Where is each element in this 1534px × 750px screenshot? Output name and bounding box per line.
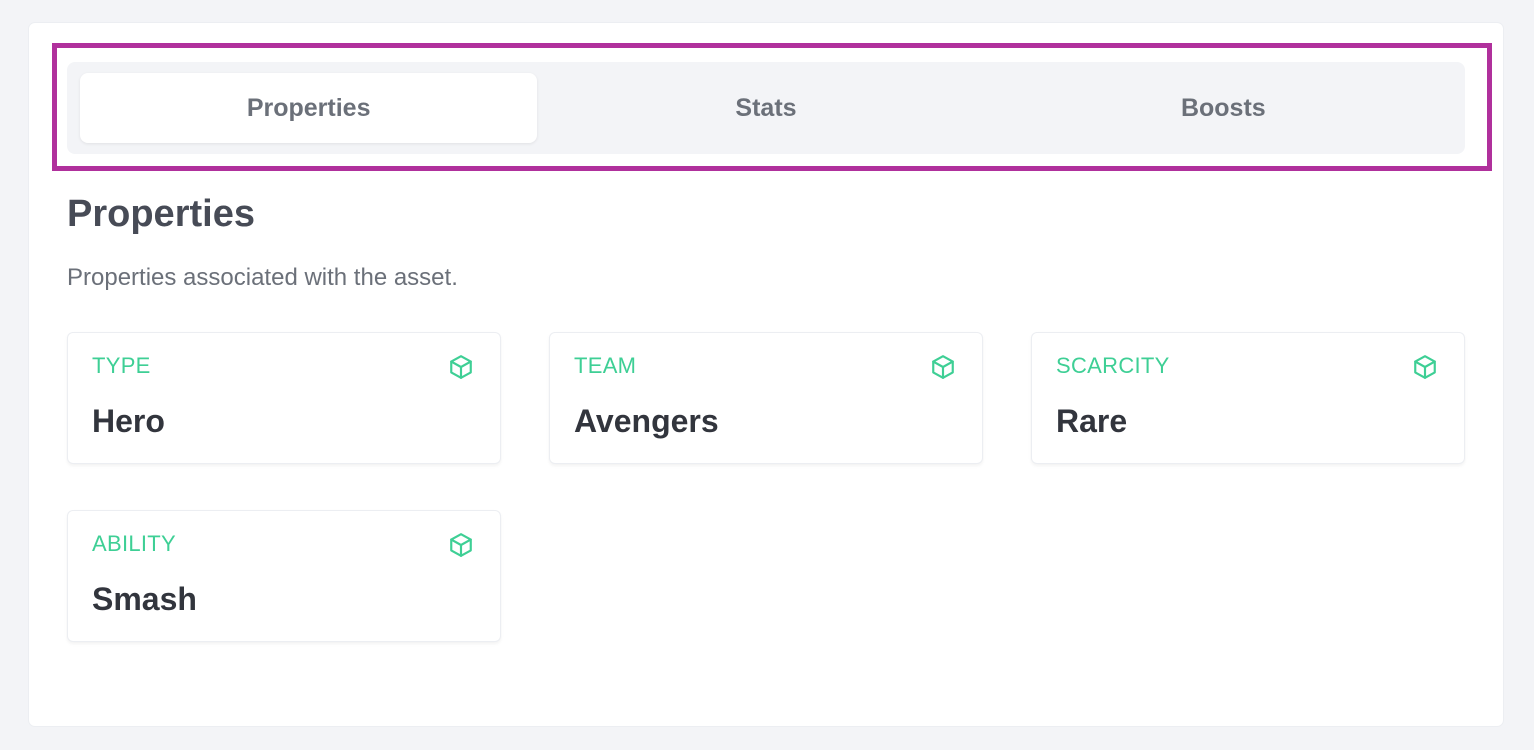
section-title: Properties [67,193,255,235]
property-value: Rare [1056,403,1128,439]
cube-icon [450,355,472,379]
property-label: TYPE [92,353,151,378]
cube-icon [1414,355,1436,379]
property-card-type: TYPE Hero [67,332,501,464]
property-value: Avengers [574,403,719,439]
property-value: Hero [92,403,165,439]
tab-stats[interactable]: Stats [537,73,994,143]
property-value: Smash [92,581,197,617]
property-label: TEAM [574,353,637,378]
cube-icon [932,355,954,379]
property-label: ABILITY [92,531,177,556]
property-card-ability: ABILITY Smash [67,510,501,642]
tab-bar: Properties Stats Boosts [67,62,1465,154]
tab-properties[interactable]: Properties [80,73,538,143]
tab-boosts[interactable]: Boosts [995,73,1452,143]
property-card-scarcity: SCARCITY Rare [1031,332,1465,464]
properties-grid: TYPE Hero TEAM Avengers SCARCITY Rare AB… [67,332,1465,642]
cube-icon [450,533,472,557]
property-card-team: TEAM Avengers [549,332,983,464]
section-description: Properties associated with the asset. [67,264,458,291]
property-label: SCARCITY [1056,353,1170,378]
